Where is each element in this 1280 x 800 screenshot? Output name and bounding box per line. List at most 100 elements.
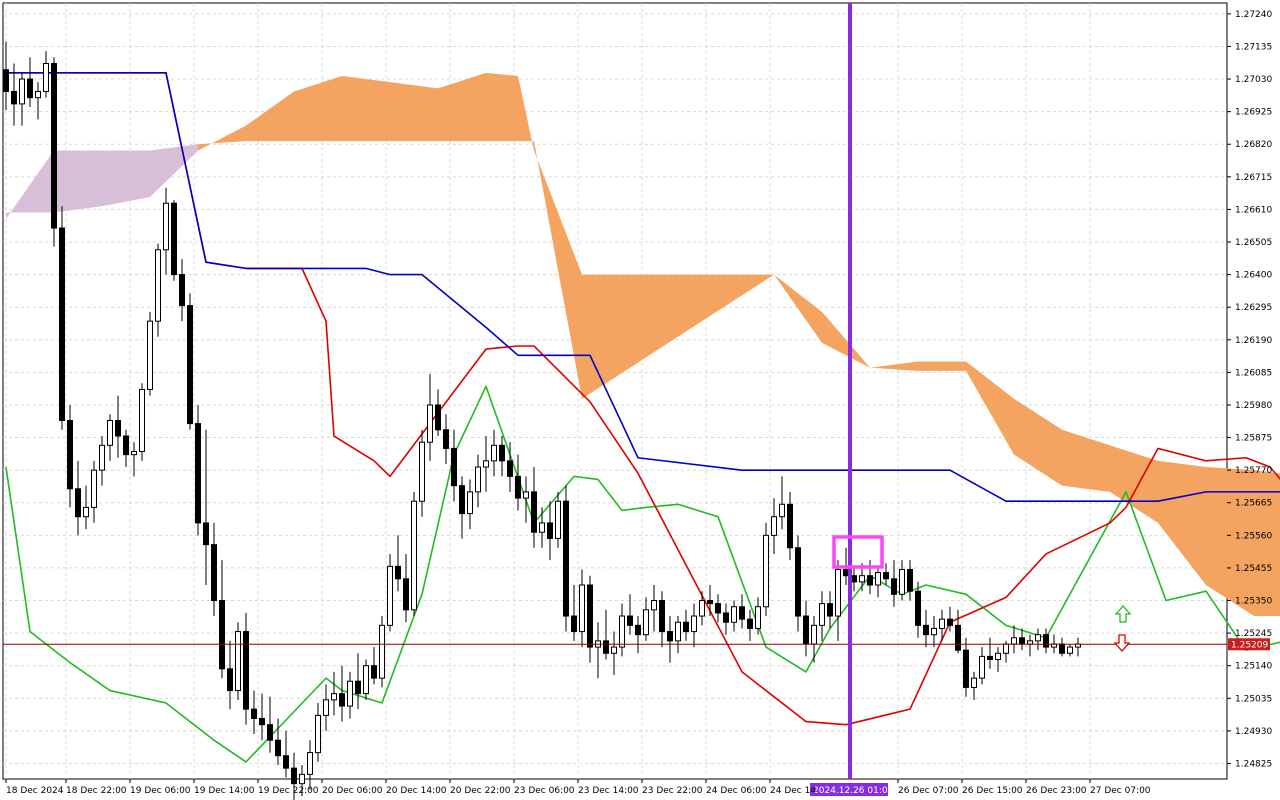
candle-bear xyxy=(3,69,9,92)
price-label: 1.25035 xyxy=(1235,694,1272,704)
ichimoku-price-chart[interactable]: 1.252092024.12.26 01:00 1.272401.271351.… xyxy=(0,0,1280,800)
candle-bear xyxy=(851,575,857,583)
candle-bull xyxy=(83,506,89,518)
time-label: 20 Dec 06:00 xyxy=(322,786,383,796)
time-label: 20 Dec 22:00 xyxy=(450,786,511,796)
candle-bear xyxy=(243,631,249,710)
candle-bear xyxy=(531,491,537,533)
candle-bull xyxy=(1003,643,1009,654)
price-label: 1.25455 xyxy=(1235,564,1272,574)
price-label: 1.25140 xyxy=(1235,662,1272,672)
candle-bear xyxy=(547,522,553,539)
time-label: 18 Dec 2024 xyxy=(6,786,64,796)
candle-bear xyxy=(203,522,209,546)
candle-bear xyxy=(963,649,969,688)
candle-bull xyxy=(427,404,433,443)
price-label: 1.26085 xyxy=(1235,368,1272,378)
candle-bull xyxy=(491,444,497,462)
price-label: 1.27135 xyxy=(1235,42,1272,52)
candle-bull xyxy=(91,469,97,508)
cloud-bull-segment xyxy=(390,82,438,142)
candle-bull xyxy=(35,90,41,99)
candle-bull xyxy=(579,584,585,633)
candle-bull xyxy=(467,491,473,515)
candle-bear xyxy=(27,78,33,99)
candle-bull xyxy=(859,575,865,583)
candle-bull xyxy=(931,627,937,636)
price-label: 1.26610 xyxy=(1235,205,1272,215)
candle-bear xyxy=(987,655,993,660)
candle-bear xyxy=(259,717,265,726)
candle-bear xyxy=(907,568,913,592)
price-label: 1.25665 xyxy=(1235,499,1272,509)
price-label: 1.25350 xyxy=(1235,597,1272,607)
candle-bear xyxy=(1043,634,1049,648)
candle-bear xyxy=(211,544,217,602)
candle-bear xyxy=(435,404,441,431)
time-label: 19 Dec 06:00 xyxy=(130,786,191,796)
candle-bear xyxy=(723,612,729,623)
candle-bear xyxy=(947,618,953,626)
candle-bear xyxy=(51,63,57,229)
candle-bear xyxy=(403,578,409,611)
candle-bear xyxy=(395,565,401,580)
candle-bull xyxy=(555,500,561,539)
time-axis[interactable]: 18 Dec 2024 18 Dec 22:00 19 Dec 06:00 19 De… xyxy=(5,779,1151,796)
price-label: 1.25770 xyxy=(1235,466,1272,476)
candle-bull xyxy=(147,320,153,390)
candle-bull xyxy=(771,516,777,536)
price-label: 1.26820 xyxy=(1235,140,1272,150)
candle-bear xyxy=(923,624,929,636)
candle-bear xyxy=(659,600,665,633)
candle-bull xyxy=(483,460,489,468)
candle-bull xyxy=(139,388,145,453)
candle-bear xyxy=(75,488,81,518)
candle-bear xyxy=(371,665,377,679)
candle-bear xyxy=(291,767,297,785)
candle-bull xyxy=(347,680,353,707)
candle-bull xyxy=(939,618,945,629)
candle-bear xyxy=(571,615,577,633)
current-price-label: 1.25209 xyxy=(1231,640,1268,650)
candle-bull xyxy=(1027,640,1033,645)
candle-bull xyxy=(411,500,417,611)
cloud-bull-segment xyxy=(342,75,390,142)
time-label: 23 Dec 14:00 xyxy=(578,786,639,796)
candle-bear xyxy=(459,485,465,515)
price-axis[interactable]: 1.27240 1.27135 1.27030 1.26925 1.26820 1.267… xyxy=(1227,10,1272,770)
price-label: 1.27240 xyxy=(1235,10,1272,20)
cloud-bear-segment xyxy=(102,150,150,207)
candle-bull xyxy=(763,534,769,608)
candle-bear xyxy=(355,680,361,695)
candle-bull xyxy=(835,568,841,617)
candle-bull xyxy=(819,603,825,626)
candle-bull xyxy=(363,665,369,695)
candle-bull xyxy=(1035,634,1041,642)
candle-bull xyxy=(979,655,985,679)
candle-bear xyxy=(67,419,73,490)
candle-bull xyxy=(539,522,545,533)
candle-bear xyxy=(443,429,449,449)
candle-bear xyxy=(1059,643,1065,654)
price-label: 1.26715 xyxy=(1235,173,1272,183)
candle-bear xyxy=(179,274,185,307)
candle-bear xyxy=(171,202,177,276)
candle-bear xyxy=(635,624,641,636)
plot-area xyxy=(2,2,1228,780)
candle-bull xyxy=(131,451,137,456)
candle-bear xyxy=(627,615,633,626)
candle-bull xyxy=(779,503,785,518)
candle-bear xyxy=(843,568,849,577)
candle-bull xyxy=(643,609,649,636)
candle-bear xyxy=(715,603,721,614)
time-label: 24 Dec 06:00 xyxy=(706,786,767,796)
time-label: 26 Dec 15:00 xyxy=(962,786,1023,796)
price-label: 1.26505 xyxy=(1235,238,1272,248)
candle-bull xyxy=(299,773,305,785)
candle-bull xyxy=(307,752,313,775)
price-label: 1.26400 xyxy=(1235,271,1272,281)
candle-bull xyxy=(619,615,625,648)
candle-bear xyxy=(683,621,689,633)
candle-bull xyxy=(19,78,25,105)
candle-bear xyxy=(251,708,257,719)
